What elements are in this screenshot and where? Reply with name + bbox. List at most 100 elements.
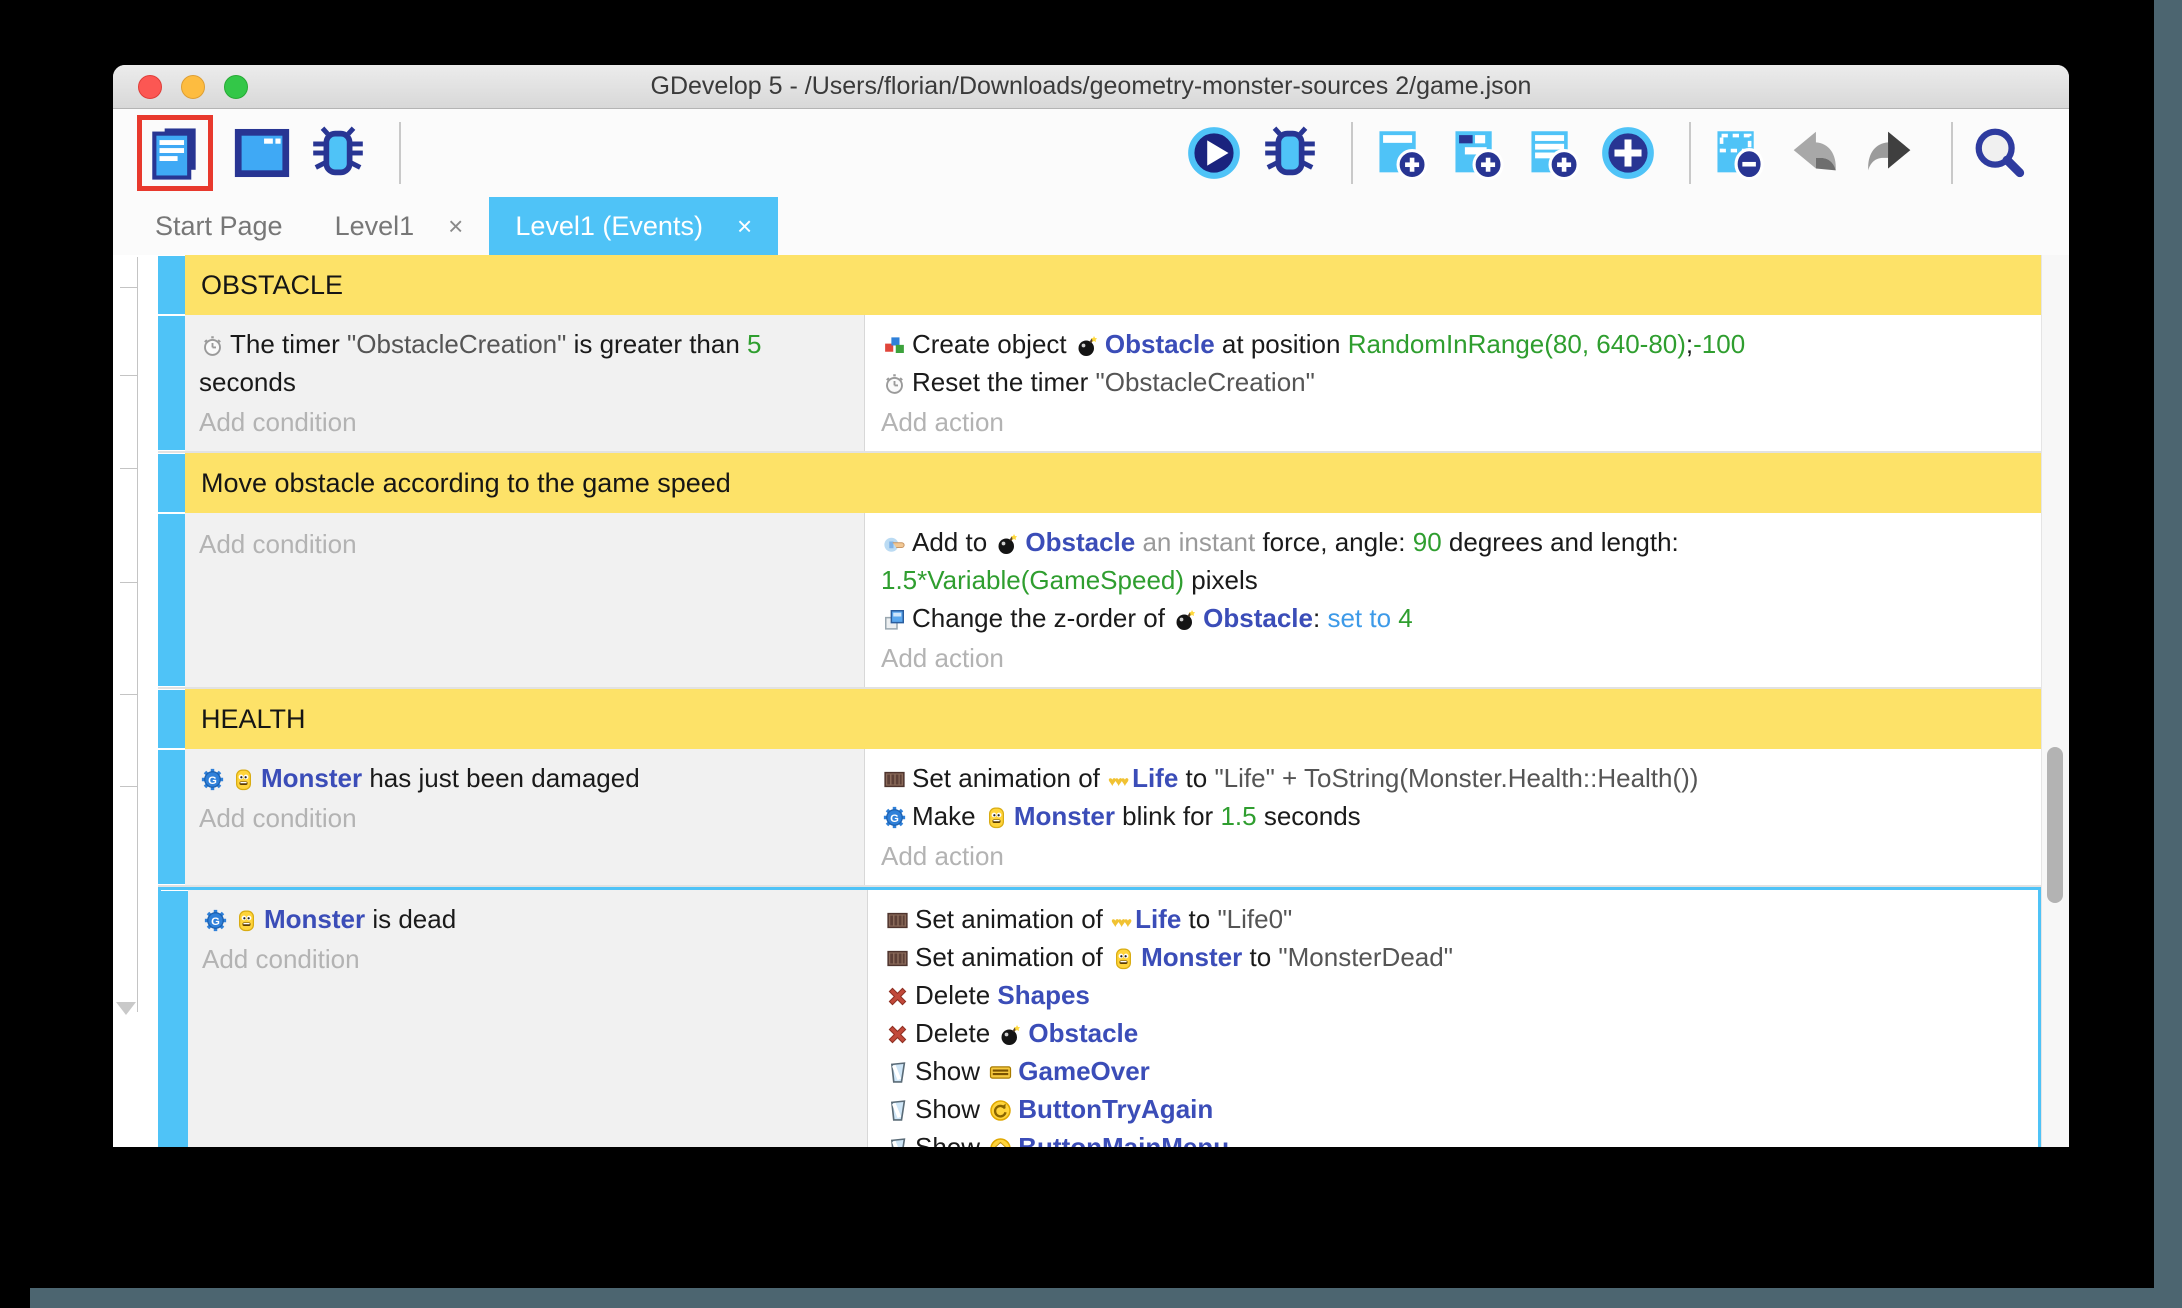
project-manager-button[interactable] — [137, 115, 213, 191]
action-line[interactable]: 1.5*Variable(GameSpeed) pixels — [881, 561, 2025, 599]
action-line[interactable]: Set animation of ♥♥♥ Life to "Life" + ToS… — [881, 759, 2025, 797]
condition-line[interactable]: G Monster is dead — [202, 900, 851, 938]
instruction-text: is greater than — [566, 329, 748, 359]
collapse-arrow-icon[interactable] — [116, 1002, 136, 1015]
show-icon — [885, 1136, 910, 1147]
instruction-text: "Life" + ToString(Monster.Health::Health… — [1214, 763, 1699, 793]
titlebar[interactable]: GDevelop 5 - /Users/florian/Downloads/ge… — [113, 65, 2069, 109]
debug-preview-button[interactable] — [1259, 122, 1321, 184]
delete-icon — [885, 1022, 910, 1047]
traffic-lights — [138, 65, 248, 108]
condition-line[interactable]: The timer "ObstacleCreation" is greater … — [199, 325, 848, 363]
debugger-button[interactable] — [307, 122, 369, 184]
add-action-button[interactable]: Add action — [881, 637, 2025, 679]
scrollbar-thumb[interactable] — [2047, 747, 2063, 903]
tree-stub — [120, 786, 137, 787]
instruction-text: Show — [915, 1132, 988, 1147]
instruction-text: Show — [915, 1056, 988, 1086]
undo-button[interactable] — [1783, 122, 1845, 184]
gear-icon: G — [203, 908, 228, 933]
add-new-button[interactable] — [1597, 122, 1659, 184]
event-drag-handle[interactable] — [158, 256, 185, 314]
object-name: Life — [1135, 904, 1182, 934]
add-event-icon — [1371, 124, 1429, 182]
background-window-edge-bottom — [30, 1288, 2182, 1308]
action-line[interactable]: Add to Obstacle an instant force, angle:… — [881, 523, 2025, 561]
action-line[interactable]: Delete Obstacle — [884, 1014, 2022, 1052]
action-line[interactable]: Create object Obstacle at position Rando… — [881, 325, 2025, 363]
actions-column: Add to Obstacle an instant force, angle:… — [865, 513, 2041, 687]
instruction-text: Change the z-order of — [912, 603, 1173, 633]
vertical-scrollbar[interactable] — [2041, 255, 2069, 1147]
scene-editor-button[interactable] — [231, 122, 293, 184]
action-line[interactable]: Show ButtonTryAgain — [884, 1090, 2022, 1128]
minimize-window-button[interactable] — [181, 74, 205, 99]
add-condition-button[interactable]: Add condition — [199, 401, 848, 443]
zorder-icon — [882, 607, 907, 632]
object-name: Life — [1132, 763, 1179, 793]
add-comment-button[interactable] — [1521, 122, 1583, 184]
instruction-text: 4 — [1398, 603, 1413, 633]
action-line[interactable]: Show GameOver — [884, 1052, 2022, 1090]
add-action-button[interactable]: Add action — [881, 835, 2025, 877]
event-drag-handle[interactable] — [158, 750, 185, 884]
condition-line[interactable]: G Monster has just been damaged — [199, 759, 848, 797]
action-line[interactable]: Show ButtonMainMenu — [884, 1128, 2022, 1147]
add-condition-button[interactable]: Add condition — [202, 938, 851, 980]
background-window-edge-right — [2154, 0, 2182, 1308]
event-drag-handle[interactable] — [158, 514, 185, 686]
tab-level1-events[interactable]: Level1 (Events) × — [489, 197, 779, 255]
tab-close-button[interactable]: × — [448, 211, 463, 242]
instruction-text: 5 — [747, 329, 762, 359]
bomb-icon — [995, 531, 1020, 556]
instruction-text: to — [1181, 904, 1218, 934]
search-button[interactable] — [1969, 122, 2031, 184]
instruction-text: Show — [915, 1094, 988, 1124]
event-drag-handle[interactable] — [158, 690, 185, 748]
event-row[interactable]: Add condition Add to Obstacle an instant … — [158, 513, 2041, 689]
close-window-button[interactable] — [138, 74, 162, 99]
add-event-button[interactable] — [1369, 122, 1431, 184]
add-condition-button[interactable]: Add condition — [199, 523, 848, 565]
tab-level1[interactable]: Level1 × — [309, 197, 490, 255]
redo-button[interactable] — [1859, 122, 1921, 184]
event-group-header[interactable]: Move obstacle according to the game spee… — [158, 453, 2041, 513]
event-row[interactable]: G Monster has just been damaged Add condit… — [158, 749, 2041, 887]
instruction-text: : — [1312, 603, 1328, 633]
delete-icon — [885, 984, 910, 1009]
tree-stub — [120, 375, 137, 376]
remove-event-button[interactable] — [1707, 122, 1769, 184]
toolbar-separator — [1689, 122, 1691, 184]
add-subevent-button[interactable] — [1445, 122, 1507, 184]
instruction-text: Delete — [915, 980, 998, 1010]
hearts-icon: ♥♥♥ — [1108, 773, 1129, 789]
action-line[interactable]: Set animation of ♥♥♥ Life to "Life0" — [884, 900, 2022, 938]
actions-column: Set animation of ♥♥♥ Life to "Life" + ToS… — [865, 749, 2041, 885]
action-line[interactable]: Change the z-order of Obstacle: set to 4 — [881, 599, 2025, 637]
action-line[interactable]: G Make Monster blink for 1.5 seconds — [881, 797, 2025, 835]
add-condition-button[interactable]: Add condition — [199, 797, 848, 839]
toolbar — [113, 109, 2069, 197]
event-row[interactable]: The timer "ObstacleCreation" is greater … — [158, 315, 2041, 453]
event-drag-handle[interactable] — [158, 454, 185, 512]
bomb-icon — [1075, 333, 1100, 358]
condition-line[interactable]: seconds — [199, 363, 848, 401]
event-group-header[interactable]: OBSTACLE — [158, 255, 2041, 315]
zoom-window-button[interactable] — [224, 74, 248, 99]
action-line[interactable]: Delete Shapes — [884, 976, 2022, 1014]
object-name: Monster — [1141, 942, 1243, 972]
object-name: Obstacle — [1104, 329, 1215, 359]
action-line[interactable]: Set animation of Monster to "MonsterDead… — [884, 938, 2022, 976]
event-drag-handle[interactable] — [158, 316, 185, 450]
tab-close-button[interactable]: × — [737, 211, 752, 242]
action-line[interactable]: Reset the timer "ObstacleCreation" — [881, 363, 2025, 401]
event-group-header[interactable]: HEALTH — [158, 689, 2041, 749]
tab-start-page[interactable]: Start Page — [129, 197, 309, 255]
event-row-selected[interactable]: G Monster is dead Add condition Set animati… — [158, 887, 2041, 1147]
search-icon — [1971, 124, 2029, 182]
add-action-button[interactable]: Add action — [881, 401, 2025, 443]
event-drag-handle[interactable] — [161, 891, 188, 1147]
preview-button[interactable] — [1183, 122, 1245, 184]
add-new-icon — [1599, 124, 1657, 182]
remove-event-icon — [1709, 124, 1767, 182]
